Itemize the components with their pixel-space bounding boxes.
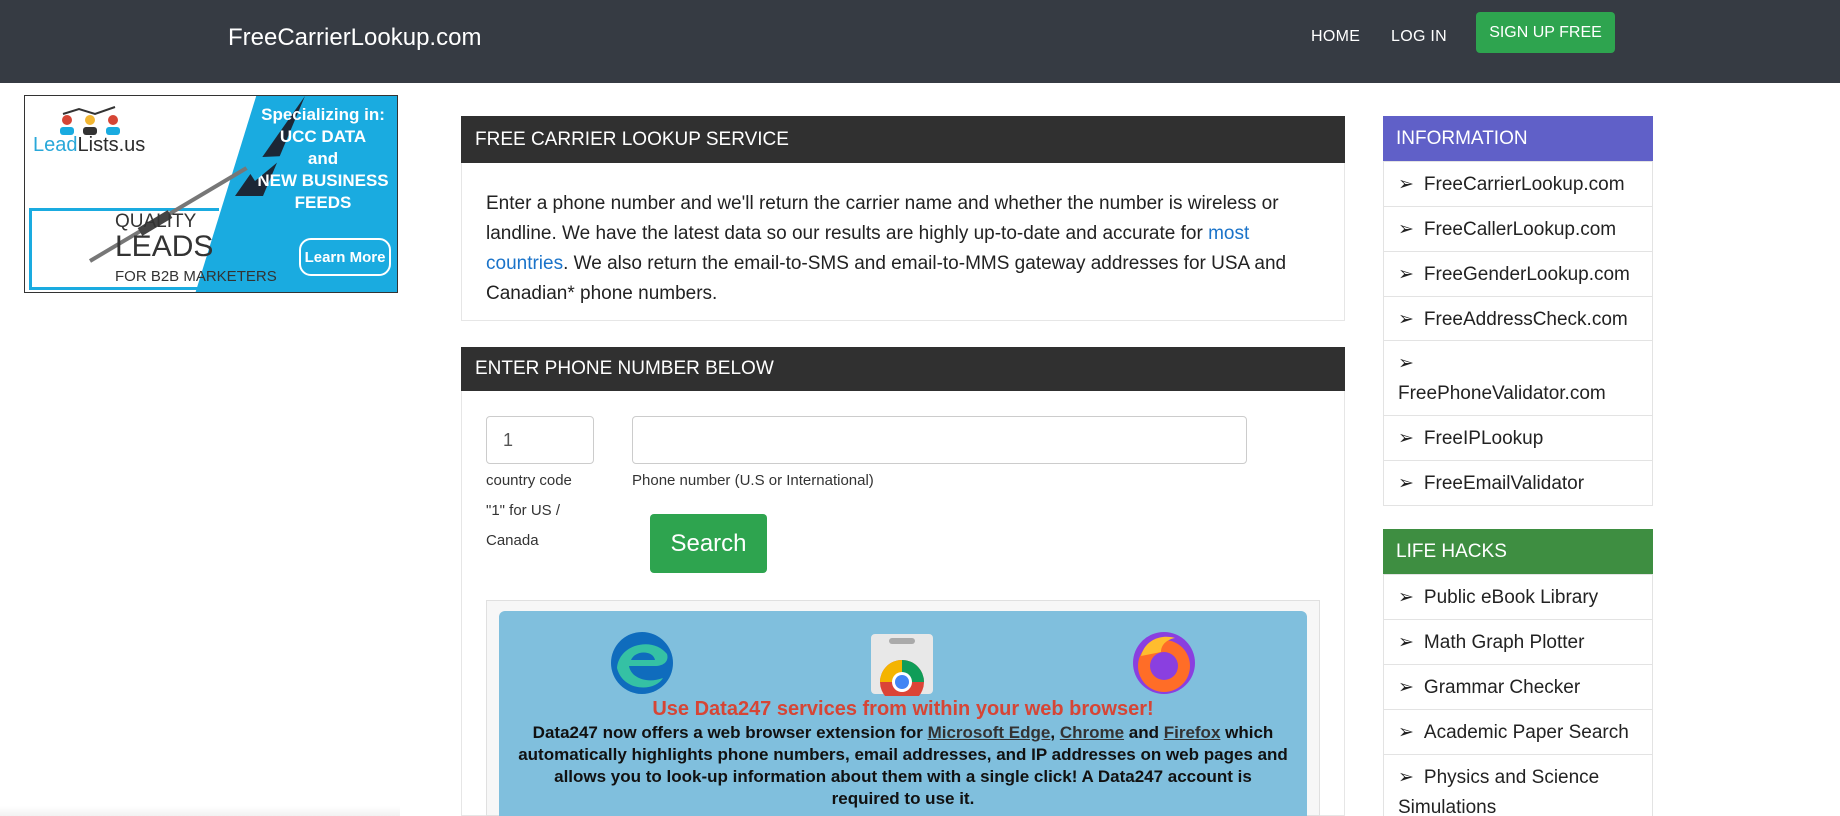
sidebar-item-math-graph-plotter[interactable]: ➢ Math Graph Plotter bbox=[1384, 619, 1652, 664]
arrow-icon: ➢ bbox=[1398, 632, 1414, 653]
sidebar-item-grammar-checker[interactable]: ➢ Grammar Checker bbox=[1384, 664, 1652, 709]
sidebar-item-ebook-library[interactable]: ➢ Public eBook Library bbox=[1384, 574, 1652, 619]
arrow-icon: ➢ bbox=[1398, 428, 1414, 449]
sidebar-item-freephonevalidator[interactable]: ➢ FreePhoneValidator.com bbox=[1384, 340, 1652, 415]
country-code-input[interactable] bbox=[486, 416, 594, 464]
sidebar-item-academic-paper-search[interactable]: ➢ Academic Paper Search bbox=[1384, 709, 1652, 754]
sidebar-item-freeiplookup[interactable]: ➢ FreeIPLookup bbox=[1384, 415, 1652, 460]
ad-learn-more-button[interactable]: Learn More bbox=[299, 238, 391, 276]
phone-number-label: Phone number (U.S or International) bbox=[632, 472, 874, 489]
edge-extension-link[interactable]: Microsoft Edge bbox=[928, 723, 1051, 742]
arrow-icon: ➢ bbox=[1398, 722, 1414, 743]
ad-leads-text: LEADS bbox=[115, 230, 214, 263]
top-navbar: FreeCarrierLookup.com HOME LOG IN SIGN U… bbox=[0, 0, 1840, 83]
sidebar-item-freeaddresscheck[interactable]: ➢ FreeAddressCheck.com bbox=[1384, 296, 1652, 340]
arrow-icon: ➢ bbox=[1398, 264, 1414, 285]
life-hacks-heading: LIFE HACKS bbox=[1383, 529, 1653, 574]
arrow-icon: ➢ bbox=[1398, 677, 1414, 698]
chrome-web-store-icon[interactable] bbox=[869, 630, 935, 696]
sidebar-item-freegenderlookup[interactable]: ➢ FreeGenderLookup.com bbox=[1384, 251, 1652, 296]
arrow-icon: ➢ bbox=[1398, 309, 1414, 330]
arrow-icon: ➢ bbox=[1398, 219, 1414, 240]
arrow-icon: ➢ bbox=[1398, 587, 1414, 608]
country-code-label: country code "1" for US / Canada bbox=[486, 472, 572, 549]
arrow-icon: ➢ bbox=[1398, 767, 1414, 788]
ad-brand-text: LeadLists.us bbox=[33, 134, 146, 156]
arrow-icon: ➢ bbox=[1398, 473, 1414, 494]
nav-home-link[interactable]: HOME bbox=[1311, 28, 1360, 46]
phone-number-input[interactable] bbox=[632, 416, 1247, 464]
search-button[interactable]: Search bbox=[650, 514, 767, 573]
service-panel-title: FREE CARRIER LOOKUP SERVICE bbox=[461, 116, 1345, 163]
sidebar-item-freecallerlookup[interactable]: ➢ FreeCallerLookup.com bbox=[1384, 206, 1652, 251]
edge-icon[interactable] bbox=[609, 630, 675, 696]
information-list: ➢ FreeCarrierLookup.com ➢ FreeCallerLookup… bbox=[1383, 161, 1653, 506]
form-panel-title: ENTER PHONE NUMBER BELOW bbox=[461, 347, 1345, 391]
ad-banner[interactable]: LeadLists.us Specializing in: UCC DATA a… bbox=[24, 95, 398, 293]
ad-b2b-text: FOR B2B MARKETERS bbox=[115, 268, 277, 285]
life-hacks-list: ➢ Public eBook Library ➢ Math Graph Plotte… bbox=[1383, 574, 1653, 816]
signup-button[interactable]: SIGN UP FREE bbox=[1476, 12, 1615, 53]
arrow-icon: ➢ bbox=[1398, 174, 1414, 195]
sidebar-item-physics-simulations[interactable]: ➢ Physics and Science Simulations bbox=[1384, 754, 1652, 816]
sidebar-item-freecarrierlookup[interactable]: ➢ FreeCarrierLookup.com bbox=[1384, 161, 1652, 206]
extension-description: Data247 now offers a web browser extensi… bbox=[518, 723, 1288, 808]
site-brand-link[interactable]: FreeCarrierLookup.com bbox=[228, 24, 481, 52]
information-heading: INFORMATION bbox=[1383, 116, 1653, 161]
chrome-extension-link[interactable]: Chrome bbox=[1060, 723, 1124, 742]
firefox-icon[interactable] bbox=[1131, 630, 1197, 696]
sidebar-item-freeemailvalidator[interactable]: ➢ FreeEmailValidator bbox=[1384, 460, 1652, 505]
firefox-extension-link[interactable]: Firefox bbox=[1164, 723, 1221, 742]
extension-title: Use Data247 services from within your we… bbox=[652, 698, 1154, 720]
bottom-fade bbox=[0, 806, 400, 816]
service-description: Enter a phone number and we'll return th… bbox=[486, 193, 1287, 304]
nav-login-link[interactable]: LOG IN bbox=[1391, 28, 1447, 46]
arrow-icon: ➢ bbox=[1398, 353, 1414, 374]
